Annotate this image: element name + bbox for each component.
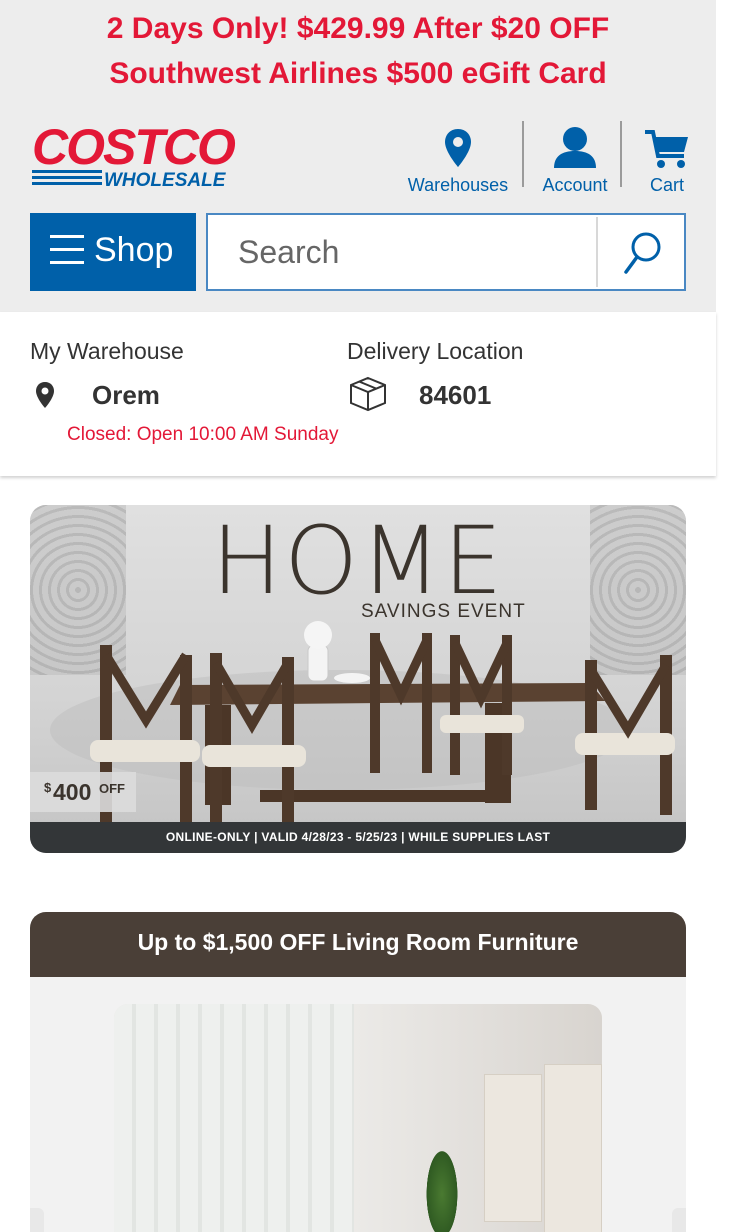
living-room-image	[114, 1004, 602, 1232]
promo-line-1[interactable]: 2 Days Only! $429.99 After $20 OFF	[0, 6, 716, 51]
hamburger-menu-icon	[50, 235, 84, 269]
shop-menu-button[interactable]: Shop	[30, 213, 196, 291]
badge-off: OFF	[99, 781, 125, 796]
shop-label: Shop	[94, 231, 174, 269]
plant	[424, 1144, 460, 1232]
discount-badge: $ 400 OFF	[30, 772, 136, 812]
wall-art	[544, 1064, 602, 1232]
account-button[interactable]: Account	[534, 124, 616, 196]
cart-button[interactable]: Cart	[636, 124, 698, 196]
user-icon	[554, 127, 596, 168]
badge-amount: 400	[53, 779, 92, 805]
badge-currency: $	[44, 780, 52, 795]
banner-disclaimer: ONLINE-ONLY | VALID 4/28/23 - 5/25/23 | …	[30, 822, 686, 853]
carousel-prev-button[interactable]	[30, 1208, 44, 1232]
search-input[interactable]	[210, 217, 596, 287]
costco-logo[interactable]: COSTCO WHOLESALE	[30, 119, 266, 191]
banner-subtitle: SAVINGS EVENT	[361, 601, 526, 622]
cart-icon	[645, 130, 688, 168]
location-pin-icon[interactable]	[35, 381, 55, 409]
svg-text:WHOLESALE: WHOLESALE	[104, 170, 227, 190]
warehouse-status: Closed: Open 10:00 AM Sunday	[67, 424, 339, 445]
svg-text:COSTCO: COSTCO	[32, 120, 236, 175]
header-divider	[620, 121, 622, 187]
my-warehouse-label: My Warehouse	[30, 338, 184, 364]
warehouse-name-link[interactable]: Orem	[92, 380, 160, 411]
cart-label: Cart	[649, 175, 684, 195]
wall-art	[484, 1074, 542, 1222]
banner-title: HOME	[211, 507, 505, 616]
warehouses-label: Warehouses	[407, 175, 509, 195]
living-room-heading[interactable]: Up to $1,500 OFF Living Room Furniture	[30, 912, 686, 977]
account-label: Account	[542, 175, 608, 195]
location-panel: My Warehouse Orem Closed: Open 10:00 AM …	[0, 312, 716, 476]
carousel-next-button[interactable]	[672, 1208, 686, 1232]
warehouses-button[interactable]: Warehouses	[400, 124, 516, 196]
delivery-zip-link[interactable]: 84601	[419, 380, 491, 411]
search-icon	[624, 232, 661, 274]
curtain-window	[114, 1004, 354, 1232]
delivery-location-label: Delivery Location	[347, 338, 524, 364]
search-button[interactable]	[598, 215, 684, 289]
living-room-banner[interactable]: Up to $1,500 OFF Living Room Furniture	[30, 912, 686, 1232]
promo-banner[interactable]: 2 Days Only! $429.99 After $20 OFF South…	[0, 6, 716, 96]
package-box-icon[interactable]	[349, 376, 387, 412]
header-divider	[522, 121, 524, 187]
search-bar	[206, 213, 686, 291]
promo-line-2[interactable]: Southwest Airlines $500 eGift Card	[0, 51, 716, 96]
home-savings-banner[interactable]: HOME SAVINGS EVENT $ 400 OFF ONLINE-ONLY…	[30, 505, 686, 853]
location-pin-icon	[445, 129, 471, 167]
